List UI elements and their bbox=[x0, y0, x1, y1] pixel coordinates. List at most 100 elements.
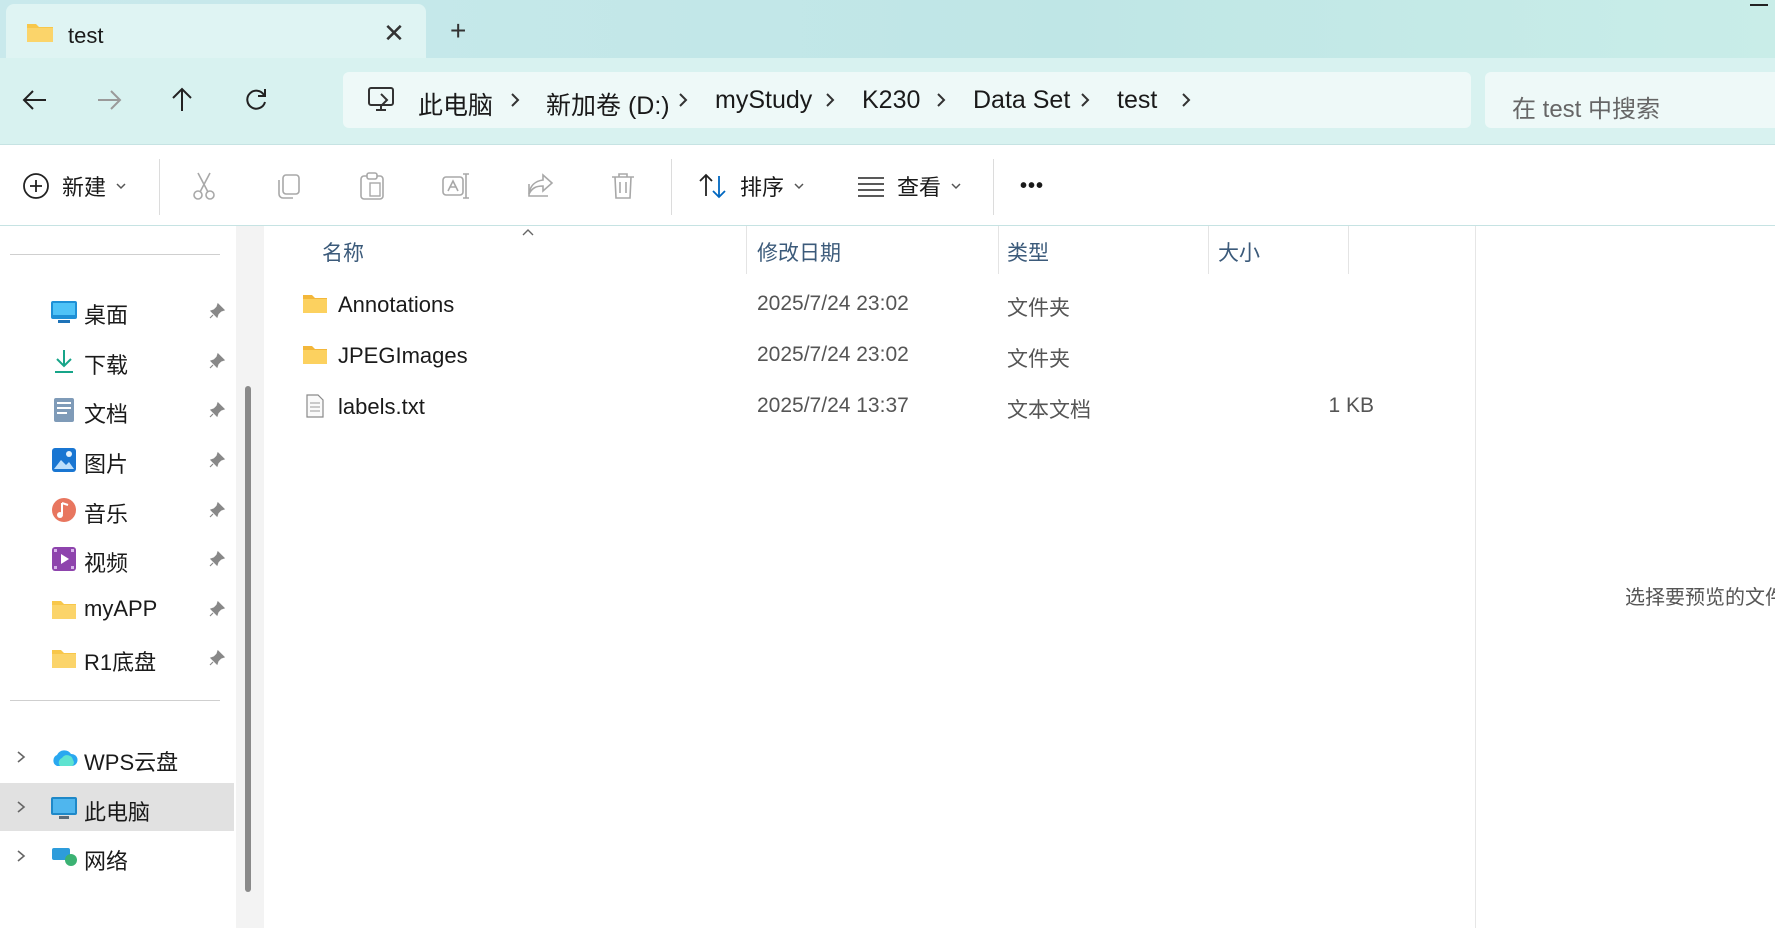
sidebar-item-myapp[interactable]: myAPP bbox=[0, 584, 234, 632]
sidebar-item-desktop[interactable]: 桌面 bbox=[0, 286, 234, 334]
column-divider[interactable] bbox=[1208, 226, 1209, 274]
sidebar-item-music[interactable]: 音乐 bbox=[0, 485, 234, 533]
document-icon bbox=[54, 398, 74, 422]
sidebar-item-network[interactable]: 网络 bbox=[0, 832, 234, 880]
more-options-button[interactable]: ••• bbox=[1020, 165, 1044, 207]
rename-button[interactable] bbox=[441, 165, 471, 207]
search-input[interactable]: 在 test 中搜索 bbox=[1485, 72, 1775, 128]
file-size: 1 KB bbox=[1328, 394, 1374, 417]
chevron-right-icon bbox=[17, 850, 26, 862]
cloud-icon bbox=[53, 750, 78, 766]
chevron-down-icon bbox=[951, 182, 961, 189]
chevron-right-icon bbox=[1182, 93, 1191, 107]
column-header-size[interactable]: 大小 bbox=[1218, 237, 1260, 267]
breadcrumb-test[interactable]: test bbox=[1117, 86, 1157, 115]
chevron-right-icon bbox=[826, 93, 835, 107]
breadcrumb-k230[interactable]: K230 bbox=[862, 86, 920, 115]
navigation-bar: 此电脑 新加卷 (D:) myStudy K230 Data Set test … bbox=[0, 58, 1775, 144]
chevron-right-icon bbox=[380, 93, 389, 107]
share-button[interactable] bbox=[526, 165, 554, 207]
file-name: Annotations bbox=[338, 292, 455, 317]
column-divider[interactable] bbox=[998, 226, 999, 274]
file-modified: 2025/7/24 23:02 bbox=[757, 292, 909, 315]
sidebar-item-label: 此电脑 bbox=[84, 800, 151, 825]
sidebar-item-wps-cloud[interactable]: WPS云盘 bbox=[0, 733, 234, 781]
forward-button[interactable] bbox=[89, 80, 129, 120]
column-divider[interactable] bbox=[746, 226, 747, 274]
file-list: 名称 修改日期 类型 大小 Annotations 2025/7/24 23:0… bbox=[264, 226, 1475, 928]
sidebar-item-label: WPS云盘 bbox=[84, 750, 179, 775]
new-button[interactable]: 新建 bbox=[22, 165, 126, 207]
sidebar-item-documents[interactable]: 文档 bbox=[0, 385, 234, 433]
sidebar-item-label: 网络 bbox=[84, 849, 129, 874]
sidebar-item-label: 图片 bbox=[84, 452, 129, 477]
chevron-right-icon bbox=[1081, 93, 1090, 107]
clipboard-icon bbox=[360, 172, 384, 200]
chevron-down-icon bbox=[794, 182, 804, 189]
divider bbox=[10, 700, 220, 701]
refresh-button[interactable] bbox=[236, 80, 276, 120]
delete-button[interactable] bbox=[610, 165, 636, 207]
file-name: JPEGImages bbox=[338, 343, 468, 368]
chevron-right-icon bbox=[679, 93, 688, 107]
address-bar[interactable]: 此电脑 新加卷 (D:) myStudy K230 Data Set test bbox=[343, 72, 1471, 128]
back-button[interactable] bbox=[15, 80, 55, 120]
file-modified: 2025/7/24 13:37 bbox=[757, 394, 909, 417]
paste-button[interactable] bbox=[358, 165, 386, 207]
sidebar-item-label: R1底盘 bbox=[84, 650, 157, 675]
tab-test[interactable]: test ✕ bbox=[6, 4, 426, 58]
breadcrumb-mystudy[interactable]: myStudy bbox=[715, 86, 812, 115]
sidebar-item-downloads[interactable]: 下载 bbox=[0, 336, 234, 384]
view-list-icon bbox=[858, 177, 884, 197]
file-row-labels-txt[interactable]: labels.txt 2025/7/24 13:37 文本文档 1 KB bbox=[264, 382, 1475, 432]
cut-button[interactable] bbox=[190, 165, 218, 207]
breadcrumb-data-set[interactable]: Data Set bbox=[973, 86, 1070, 115]
trash-icon bbox=[612, 173, 634, 199]
sidebar-item-label: myAPP bbox=[84, 596, 158, 621]
download-icon bbox=[55, 350, 73, 373]
share-icon bbox=[528, 173, 554, 197]
sidebar-item-r1-chassis[interactable]: R1底盘 bbox=[0, 633, 234, 681]
breadcrumb-this-pc[interactable]: 此电脑 bbox=[418, 86, 493, 122]
pin-icon bbox=[209, 302, 226, 319]
view-button[interactable]: 查看 bbox=[857, 165, 961, 207]
column-header-name[interactable]: 名称 bbox=[322, 237, 364, 267]
chevron-right-icon bbox=[17, 801, 26, 813]
tab-title: test bbox=[68, 23, 104, 48]
minimize-button[interactable] bbox=[1750, 4, 1768, 6]
preview-message: 选择要预览的文件。 bbox=[1625, 587, 1775, 609]
chevron-down-icon bbox=[116, 182, 126, 189]
breadcrumb-drive-d[interactable]: 新加卷 (D:) bbox=[546, 86, 670, 122]
pin-icon bbox=[209, 501, 226, 518]
close-tab-icon[interactable]: ✕ bbox=[378, 18, 410, 50]
file-row-jpegimages[interactable]: JPEGImages 2025/7/24 23:02 文件夹 bbox=[264, 331, 1475, 381]
sort-icon bbox=[699, 173, 726, 199]
pin-icon bbox=[209, 550, 226, 567]
more-icon: ••• bbox=[1020, 174, 1045, 197]
arrow-left-icon bbox=[22, 90, 46, 110]
sidebar-item-videos[interactable]: 视频 bbox=[0, 534, 234, 582]
column-divider[interactable] bbox=[1348, 226, 1349, 274]
picture-icon bbox=[52, 448, 76, 472]
file-row-annotations[interactable]: Annotations 2025/7/24 23:02 文件夹 bbox=[264, 280, 1475, 330]
up-button[interactable] bbox=[162, 80, 202, 120]
text-file-icon bbox=[306, 394, 324, 418]
preview-pane: 选择要预览的文件。 bbox=[1475, 226, 1775, 928]
desktop-icon bbox=[51, 301, 77, 323]
scissors-icon bbox=[193, 172, 215, 200]
column-header-type[interactable]: 类型 bbox=[1007, 237, 1049, 267]
sort-button[interactable]: 排序 bbox=[698, 165, 804, 207]
divider bbox=[671, 159, 672, 215]
copy-button[interactable] bbox=[274, 165, 302, 207]
computer-icon bbox=[51, 797, 77, 819]
new-tab-button[interactable]: + bbox=[450, 17, 466, 45]
sidebar-item-this-pc[interactable]: 此电脑 bbox=[0, 783, 234, 831]
arrow-right-icon bbox=[98, 90, 122, 110]
refresh-icon bbox=[246, 89, 266, 110]
divider bbox=[10, 254, 220, 255]
sidebar-item-pictures[interactable]: 图片 bbox=[0, 435, 234, 483]
column-header-modified[interactable]: 修改日期 bbox=[757, 237, 841, 267]
sidebar-scrollbar-thumb[interactable] bbox=[245, 386, 251, 892]
sidebar-item-label: 音乐 bbox=[84, 502, 129, 527]
file-modified: 2025/7/24 23:02 bbox=[757, 343, 909, 366]
